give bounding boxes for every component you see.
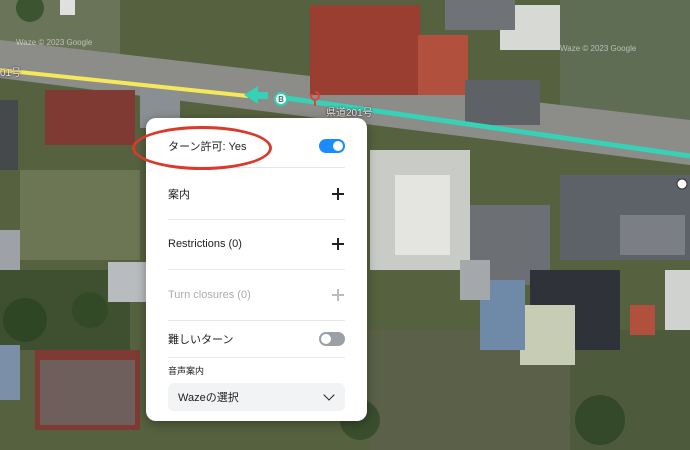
turn-allowed-toggle[interactable]	[319, 139, 345, 153]
guidance-label: 案内	[168, 189, 190, 201]
add-guidance-button[interactable]	[331, 187, 345, 201]
turn-allowed-row: ターン許可: Yes	[168, 135, 345, 157]
guidance-row: 案内	[168, 183, 345, 205]
road-name-label-right: 県道201号	[326, 108, 373, 119]
divider	[168, 320, 345, 321]
restrictions-row: Restrictions (0)	[168, 233, 345, 255]
voice-guidance-select[interactable]: Wazeの選択	[168, 383, 345, 411]
toggle-knob	[321, 334, 331, 344]
turn-allowed-label: ターン許可: Yes	[168, 141, 247, 153]
divider	[168, 357, 345, 358]
voice-guidance-value: Wazeの選択	[178, 392, 239, 404]
turn-settings-panel: ターン許可: Yes 案内 Restrictions (0) Turn clos…	[146, 118, 367, 421]
map-watermark: Waze © 2023 Google	[16, 38, 93, 47]
toggle-knob	[333, 141, 343, 151]
undo-turn-icon[interactable]	[309, 90, 321, 106]
turn-closures-label: Turn closures (0)	[168, 289, 251, 301]
turn-closures-row: Turn closures (0)	[168, 284, 345, 306]
divider	[168, 269, 345, 270]
chevron-down-icon	[323, 389, 335, 401]
segment-node-letter: B	[278, 94, 284, 104]
segment-node-marker[interactable]: B	[274, 92, 288, 106]
add-restriction-button[interactable]	[331, 237, 345, 251]
add-turn-closure-button[interactable]	[331, 288, 345, 302]
restrictions-label: Restrictions (0)	[168, 238, 242, 250]
voice-guidance-label: 音声案内	[168, 366, 205, 376]
difficult-turn-label: 難しいターン	[168, 334, 234, 346]
road-name-label-left: 01号	[0, 68, 22, 79]
difficult-turn-row: 難しいターン	[168, 328, 345, 350]
difficult-turn-toggle[interactable]	[319, 332, 345, 346]
map-watermark: Waze © 2023 Google	[560, 44, 637, 53]
divider	[168, 219, 345, 220]
divider	[168, 167, 345, 168]
